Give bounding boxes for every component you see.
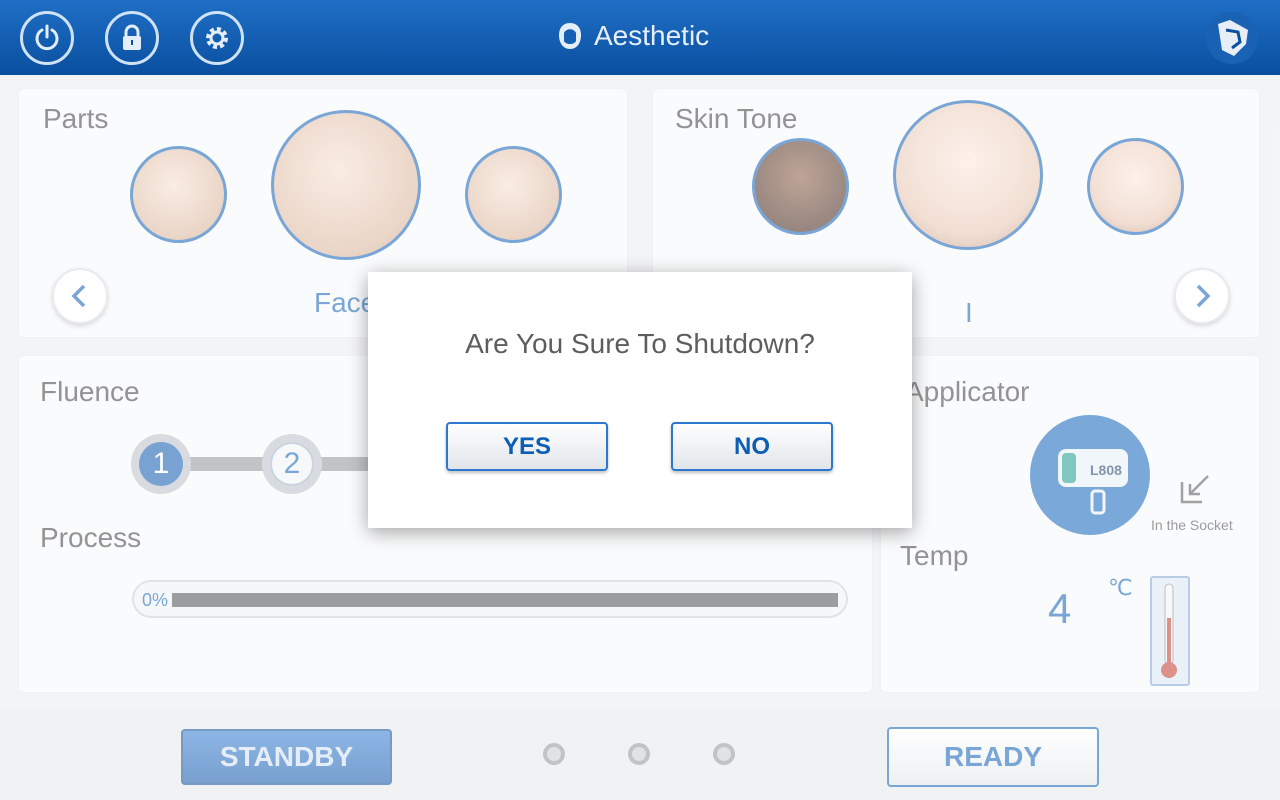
- no-button[interactable]: NO: [671, 422, 833, 471]
- face-icon: [559, 23, 581, 49]
- settings-button[interactable]: [190, 11, 244, 65]
- brand-logo-icon: [1206, 12, 1258, 64]
- power-button[interactable]: [20, 11, 74, 65]
- gear-icon: [206, 27, 228, 49]
- dialog-message: Are You Sure To Shutdown?: [465, 328, 815, 359]
- lock-icon: [123, 24, 141, 50]
- yes-button[interactable]: YES: [446, 422, 608, 471]
- shutdown-dialog: Are You Sure To Shutdown? YES NO: [368, 272, 912, 528]
- lock-button[interactable]: [105, 11, 159, 65]
- app-title-text: Aesthetic: [594, 20, 710, 51]
- app-title: Aesthetic: [556, 20, 709, 52]
- power-icon: [35, 24, 59, 51]
- app-header: Aesthetic: [0, 0, 1280, 75]
